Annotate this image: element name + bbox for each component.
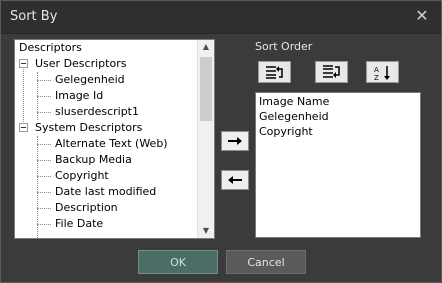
descriptors-tree[interactable]: Descriptors User Descriptors Gelegenheid…	[14, 39, 215, 239]
tree-item[interactable]: Image Id	[55, 88, 103, 104]
tree-item[interactable]: Gelegenheid	[55, 72, 125, 88]
arrow-left-icon	[228, 176, 242, 184]
svg-text:Z: Z	[374, 74, 379, 81]
tree-item[interactable]: Backup Media	[55, 152, 132, 168]
svg-text:A: A	[374, 66, 379, 74]
scroll-thumb[interactable]	[200, 57, 212, 121]
move-up-icon	[266, 66, 283, 79]
tree-line	[37, 160, 51, 161]
scroll-up-icon[interactable]: ▲	[198, 40, 214, 54]
sort-by-dialog: Sort By ✕ Descriptors User Descriptors G…	[0, 0, 442, 283]
tree-line	[37, 112, 51, 113]
tree-line	[23, 64, 24, 128]
sort-order-item[interactable]: Copyright	[259, 124, 313, 139]
tree-line	[37, 208, 51, 209]
tree-group-system-descriptors[interactable]: System Descriptors	[35, 120, 142, 136]
tree-line	[37, 176, 51, 177]
tree-item[interactable]: File Date	[55, 216, 103, 232]
tree-item[interactable]: Alternate Text (Web)	[55, 136, 168, 152]
move-up-button[interactable]	[258, 61, 291, 83]
tree-line	[37, 80, 51, 81]
tree-item[interactable]: sluserdescript1	[55, 104, 139, 120]
arrow-right-icon	[228, 137, 242, 145]
scroll-down-icon[interactable]: ▼	[198, 224, 214, 238]
tree-line	[37, 144, 51, 145]
move-down-button[interactable]	[315, 61, 348, 83]
window-title: Sort By	[10, 9, 58, 24]
sort-order-item[interactable]: Gelegenheid	[259, 109, 329, 124]
cancel-button[interactable]: Cancel	[226, 250, 306, 274]
tree-item[interactable]: Date last modified	[55, 184, 156, 200]
close-icon[interactable]: ✕	[413, 7, 431, 25]
tree-line	[37, 224, 51, 225]
tree-line	[37, 96, 51, 97]
tree-scrollbar[interactable]: ▲ ▼	[197, 40, 214, 238]
sort-order-label: Sort Order	[255, 40, 313, 53]
tree-item[interactable]: Description	[55, 200, 118, 216]
sort-alpha-button[interactable]: A Z	[366, 61, 399, 83]
tree-item[interactable]: Copyright	[55, 168, 109, 184]
sort-order-item[interactable]: Image Name	[259, 94, 329, 109]
collapse-icon[interactable]	[19, 59, 28, 68]
remove-from-sort-button[interactable]	[221, 170, 249, 190]
add-to-sort-button[interactable]	[221, 131, 249, 151]
sort-alpha-icon: A Z	[374, 66, 390, 81]
tree-line	[37, 192, 51, 193]
collapse-icon[interactable]	[19, 123, 28, 132]
tree-root[interactable]: Descriptors	[19, 40, 82, 56]
title-bar: Sort By ✕	[1, 1, 441, 34]
ok-button[interactable]: OK	[138, 250, 218, 274]
tree-group-user-descriptors[interactable]: User Descriptors	[35, 56, 126, 72]
move-down-icon	[323, 65, 340, 78]
sort-order-list[interactable]: Image Name Gelegenheid Copyright	[255, 92, 421, 238]
